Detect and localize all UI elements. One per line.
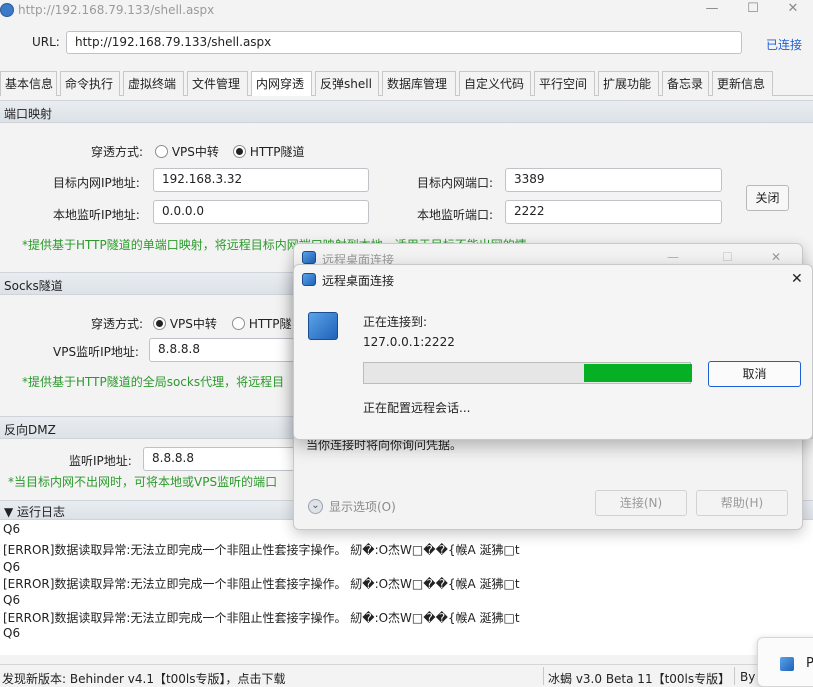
vps-ip-label: VPS监听IP地址: <box>53 345 139 359</box>
port-mapping-header: 端口映射 <box>0 100 813 123</box>
connecting-address: 127.0.0.1:2222 <box>363 335 455 349</box>
window-title: http://192.168.79.133/shell.aspx <box>18 3 215 17</box>
log-area: Q6 [ERROR]数据读取异常:无法立即完成一个非阻止性套接字操作。 紉�:O… <box>0 519 813 655</box>
rdp-front-close-icon[interactable]: ✕ <box>791 271 803 287</box>
tab-custom-code[interactable]: 自定义代码 <box>459 71 531 96</box>
app-icon <box>0 3 14 17</box>
tab-command[interactable]: 命令执行 <box>60 71 120 96</box>
rdp-connecting-dialog: 远程桌面连接 ✕ 正在连接到: 127.0.0.1:2222 取消 正在配置远程… <box>293 264 813 440</box>
tab-virtual-terminal[interactable]: 虚拟终端 <box>123 71 184 96</box>
tab-database[interactable]: 数据库管理 <box>382 71 456 96</box>
tab-tunnel[interactable]: 内网穿透 <box>251 71 312 96</box>
url-label: URL: <box>32 35 60 49</box>
tab-extensions[interactable]: 扩展功能 <box>598 71 659 96</box>
toast-text: P <box>806 656 813 671</box>
tab-basic-info[interactable]: 基本信息 <box>0 71 57 96</box>
rdp-cancel-button[interactable]: 取消 <box>708 361 801 387</box>
radio-icon <box>232 317 245 330</box>
vps-ip-input[interactable]: 8.8.8.8 <box>149 338 295 362</box>
notification-toast[interactable]: P <box>757 637 813 687</box>
socks-mode-label: 穿透方式: <box>91 317 144 331</box>
maximize-icon[interactable]: ☐ <box>733 0 773 20</box>
log-line: Q6 <box>3 593 21 607</box>
socks-mode-vps-radio[interactable]: VPS中转 <box>153 315 217 332</box>
remote-desktop-icon <box>302 251 316 264</box>
port-mode-http-radio[interactable]: HTTP隧道 <box>233 143 305 160</box>
listen-ip-label: 监听IP地址: <box>69 454 132 468</box>
rdp-back-minimize-icon[interactable]: — <box>667 250 679 264</box>
log-line: [ERROR]数据读取异常:无法立即完成一个非阻止性套接字操作。 紉�:O杰W□… <box>3 611 520 625</box>
socks-mode-vps-label: VPS中转 <box>169 317 217 331</box>
local-port-label: 本地监听端口: <box>417 208 494 222</box>
close-icon[interactable]: ✕ <box>773 0 813 20</box>
target-port-input[interactable]: 3389 <box>505 168 722 192</box>
tab-parallel-space[interactable]: 平行空间 <box>534 71 595 96</box>
rdp-back-maximize-icon: ☐ <box>722 250 733 264</box>
radio-selected-icon <box>233 145 246 158</box>
update-notice-link[interactable]: 发现新版本: Behinder v4.1【t00ls专版】，点击下载 <box>2 670 286 687</box>
tab-bar: 基本信息 命令执行 虚拟终端 文件管理 内网穿透 反弹shell 数据库管理 自… <box>0 71 813 96</box>
by-text: By <box>740 670 756 684</box>
status-divider <box>734 667 735 685</box>
tab-reverse-shell[interactable]: 反弹shell <box>315 71 379 96</box>
target-port-label: 目标内网端口: <box>417 176 494 190</box>
dmz-note: *当目标内网不出网时，可将本地或VPS监听的端口 <box>8 475 278 489</box>
version-text: 冰蝎 v3.0 Beta 11【t00ls专版】 <box>548 672 731 686</box>
rdp-status-text: 正在配置远程会话... <box>363 401 471 415</box>
show-options-toggle[interactable]: ⌄ 显示选项(O) <box>308 498 396 515</box>
tab-update-info[interactable]: 更新信息 <box>712 71 773 96</box>
local-ip-input[interactable]: 0.0.0.0 <box>153 200 369 224</box>
progress-fill <box>584 364 692 382</box>
log-line: Q6 <box>3 560 21 574</box>
log-line: Q6 <box>3 626 21 640</box>
url-input[interactable]: http://192.168.79.133/shell.aspx <box>66 31 742 54</box>
close-mapping-button[interactable]: 关闭 <box>746 185 789 211</box>
rdp-front-title: 远程桌面连接 <box>322 274 395 288</box>
listen-ip-input[interactable]: 8.8.8.8 <box>143 447 295 471</box>
status-bar: 发现新版本: Behinder v4.1【t00ls专版】，点击下载 冰蝎 v3… <box>0 664 813 687</box>
connection-progress-bar <box>363 362 692 384</box>
local-port-input[interactable]: 2222 <box>505 200 722 224</box>
url-row: URL: http://192.168.79.133/shell.aspx 已连… <box>0 28 813 58</box>
radio-icon <box>155 145 168 158</box>
rdp-back-close-icon[interactable]: ✕ <box>771 250 781 264</box>
rdp-help-button[interactable]: 帮助(H) <box>696 490 788 516</box>
port-mode-http-label: HTTP隧道 <box>249 145 305 159</box>
local-ip-label: 本地监听IP地址: <box>53 208 140 222</box>
tab-memo[interactable]: 备忘录 <box>662 71 709 96</box>
port-mode-vps-radio[interactable]: VPS中转 <box>155 143 219 160</box>
target-ip-input[interactable]: 192.168.3.32 <box>153 168 369 192</box>
target-ip-label: 目标内网IP地址: <box>53 176 140 190</box>
computer-icon <box>308 312 338 340</box>
tab-file-manager[interactable]: 文件管理 <box>187 71 248 96</box>
socks-mode-http-label: HTTP隧道 <box>248 317 292 331</box>
title-bar: http://192.168.79.133/shell.aspx — ☐ ✕ <box>0 0 813 22</box>
log-line: [ERROR]数据读取异常:无法立即完成一个非阻止性套接字操作。 紉�:O杰W□… <box>3 543 520 557</box>
connection-status: 已连接 <box>766 38 803 52</box>
log-line: Q6 <box>3 522 21 536</box>
remote-desktop-icon <box>302 273 316 286</box>
status-divider <box>543 667 544 685</box>
app-notification-icon <box>780 657 794 671</box>
port-mode-vps-label: VPS中转 <box>171 145 219 159</box>
connecting-label: 正在连接到: <box>363 315 428 329</box>
radio-selected-icon <box>153 317 166 330</box>
minimize-icon[interactable]: — <box>692 0 732 20</box>
chevron-down-icon: ⌄ <box>308 499 323 514</box>
rdp-connect-button[interactable]: 连接(N) <box>595 490 687 516</box>
socks-note: *提供基于HTTP隧道的全局socks代理，将远程目 <box>22 375 285 389</box>
log-line: [ERROR]数据读取异常:无法立即完成一个非阻止性套接字操作。 紉�:O杰W□… <box>3 577 520 591</box>
socks-mode-http-radio[interactable]: HTTP隧道 <box>232 315 292 332</box>
show-options-label: 显示选项(O) <box>329 500 396 514</box>
port-mode-label: 穿透方式: <box>91 145 144 159</box>
